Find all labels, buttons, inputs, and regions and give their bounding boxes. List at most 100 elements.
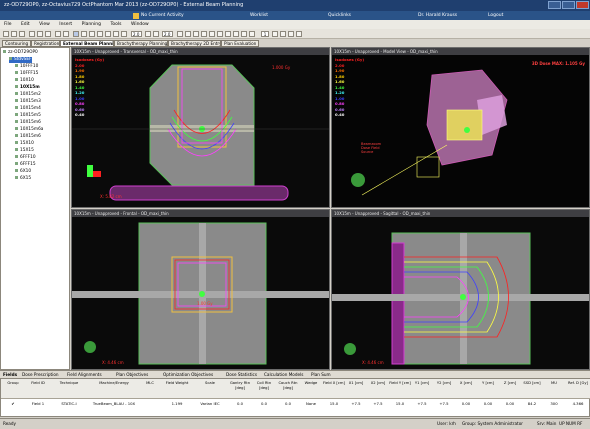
column-header[interactable]: Field Weight xyxy=(161,381,193,386)
column-header[interactable]: Field Y [cm] xyxy=(389,381,411,386)
table-cell[interactable]: Varian IEC xyxy=(194,401,226,407)
reset-view-icon[interactable] xyxy=(113,31,119,37)
isodose-icon[interactable] xyxy=(185,31,191,37)
new-icon[interactable] xyxy=(3,31,9,37)
print-icon[interactable] xyxy=(241,31,247,37)
measure-icon[interactable] xyxy=(97,31,103,37)
viewport-transversal[interactable]: 10X15m - Unapproved - Transversal - OD_m… xyxy=(71,47,330,208)
user-name[interactable]: Dr. Harald Krauss xyxy=(418,12,457,19)
viewport-sagittal[interactable]: 10X15m - Unapproved - Sagittal - OD_maxi… xyxy=(331,209,590,370)
tree-course[interactable]: StdvSEF xyxy=(9,57,32,63)
logout-button[interactable]: Logout xyxy=(488,12,503,19)
tree-plan-item[interactable]: 10X15m6a xyxy=(15,127,43,133)
table-cell[interactable]: +7.5 xyxy=(345,401,367,407)
table-cell[interactable]: TrueBeam_BLAU - 10X xyxy=(87,401,141,407)
tree-plan-item[interactable]: 10X15m6 xyxy=(15,120,41,126)
menu-insert[interactable]: Insert xyxy=(59,22,72,27)
dose-icon[interactable] xyxy=(209,31,215,37)
tree-plan-item[interactable]: 10X10 xyxy=(15,78,34,84)
column-header[interactable]: Couch Rtn [deg] xyxy=(276,381,300,390)
table-cell[interactable]: 1.199 xyxy=(161,401,193,407)
column-header[interactable]: Wedge xyxy=(300,381,322,386)
undo-icon[interactable] xyxy=(55,31,61,37)
tree-plan-item[interactable]: 10X15m xyxy=(15,85,40,91)
zoom-value-a[interactable]: 2.0 xyxy=(131,31,142,37)
tree-plan-item[interactable]: 6X15 xyxy=(15,176,31,182)
open-icon[interactable] xyxy=(11,31,17,37)
next-icon[interactable] xyxy=(272,31,278,37)
column-header[interactable]: X2 [cm] xyxy=(367,381,389,386)
pan-icon[interactable] xyxy=(81,31,87,37)
structure-icon[interactable] xyxy=(201,31,207,37)
layout-icon[interactable] xyxy=(217,31,223,37)
current-activity[interactable]: No Current Activity xyxy=(141,12,184,19)
menu-file[interactable]: File xyxy=(4,22,12,27)
crosshair-icon[interactable] xyxy=(121,31,127,37)
table-cell[interactable]: None xyxy=(300,401,322,407)
tree-plan-item[interactable]: 10X15m3 xyxy=(15,99,41,105)
column-header[interactable]: MU xyxy=(543,381,565,386)
quicklinks-menu[interactable]: Quicklinks xyxy=(328,12,351,19)
zoom-icon[interactable] xyxy=(73,31,79,37)
tab-contouring[interactable]: Contouring xyxy=(2,40,31,47)
tab-brachytherapy-planning[interactable]: Brachytherapy Planning xyxy=(114,40,168,47)
column-header[interactable]: SSD [cm] xyxy=(521,381,543,386)
column-header[interactable]: Scale xyxy=(194,381,226,386)
tree-plan-item[interactable]: 15X10 xyxy=(15,141,34,147)
column-header[interactable]: Y2 [cm] xyxy=(433,381,455,386)
table-cell[interactable]: Field 1 xyxy=(25,401,51,407)
tab-plan-evaluation[interactable]: Plan Evaluation xyxy=(221,40,259,47)
grid-icon[interactable] xyxy=(225,31,231,37)
worklist-menu[interactable]: Worklist xyxy=(250,12,268,19)
column-header[interactable]: Field ID xyxy=(25,381,51,386)
viewport-model[interactable]: 10X15m - Unapproved - Model View - OD_ma… xyxy=(331,47,590,208)
table-cell[interactable]: 0.0 xyxy=(276,401,300,407)
help-icon[interactable] xyxy=(249,31,255,37)
tree-plan-item[interactable]: 6FFF10 xyxy=(15,155,36,161)
tree-plan-item[interactable]: 10X15m2 xyxy=(15,92,41,98)
column-header[interactable]: Group xyxy=(4,381,22,386)
menu-edit[interactable]: Edit xyxy=(21,22,30,27)
table-cell[interactable]: 0.00 xyxy=(455,401,477,407)
menu-window[interactable]: Window xyxy=(131,22,149,27)
table-cell[interactable]: 0.0 xyxy=(252,401,276,407)
column-header[interactable]: Machine/Energy xyxy=(87,381,141,386)
tree-plan-item[interactable]: 10X15m4 xyxy=(15,106,41,112)
table-cell[interactable]: 84.2 xyxy=(521,401,543,407)
redo-icon[interactable] xyxy=(63,31,69,37)
close-button[interactable] xyxy=(576,1,589,9)
column-header[interactable]: Y1 [cm] xyxy=(411,381,433,386)
column-header[interactable]: Ref. D [Gy] xyxy=(566,381,590,386)
menu-view[interactable]: View xyxy=(39,22,50,27)
tree-plan-item[interactable]: 6FFF15 xyxy=(15,162,36,168)
paste-icon[interactable] xyxy=(45,31,51,37)
column-header[interactable]: Z [cm] xyxy=(499,381,521,386)
column-header[interactable]: X [cm] xyxy=(455,381,477,386)
column-header[interactable]: Gantry Rtn [deg] xyxy=(228,381,252,390)
viewport-frontal[interactable]: 10X15m - Unapproved - Frontal - OD_maxi_… xyxy=(71,209,330,370)
save-icon[interactable] xyxy=(19,31,25,37)
cut-icon[interactable] xyxy=(29,31,35,37)
page-field[interactable]: 1 xyxy=(261,31,269,37)
table-cell[interactable]: +7.5 xyxy=(367,401,389,407)
table-cell[interactable]: 0.0 xyxy=(228,401,252,407)
tree-plan-item[interactable]: 10FFF10 xyxy=(15,64,38,70)
last-icon[interactable] xyxy=(280,31,286,37)
table-cell[interactable]: 15.0 xyxy=(389,401,411,407)
tab-registration[interactable]: Registration xyxy=(31,40,60,47)
minimize-button[interactable] xyxy=(548,1,561,9)
copy-icon[interactable] xyxy=(37,31,43,37)
column-header[interactable]: Y [cm] xyxy=(477,381,499,386)
tree-plan-item[interactable]: 10X15m6 xyxy=(15,134,41,140)
calc-icon[interactable] xyxy=(233,31,239,37)
menu-tools[interactable]: Tools xyxy=(110,22,121,27)
fit-icon[interactable] xyxy=(177,31,183,37)
window-level-icon[interactable] xyxy=(89,31,95,37)
tree-plan-item[interactable]: 15X15 xyxy=(15,148,34,154)
table-cell[interactable]: ✔ xyxy=(4,401,22,407)
column-header[interactable]: Technique xyxy=(53,381,85,386)
menu-planning[interactable]: Planning xyxy=(82,22,101,27)
beam-icon[interactable] xyxy=(193,31,199,37)
column-header[interactable]: Coll Rtn [deg] xyxy=(252,381,276,390)
table-cell[interactable]: 4.366 xyxy=(566,401,590,407)
